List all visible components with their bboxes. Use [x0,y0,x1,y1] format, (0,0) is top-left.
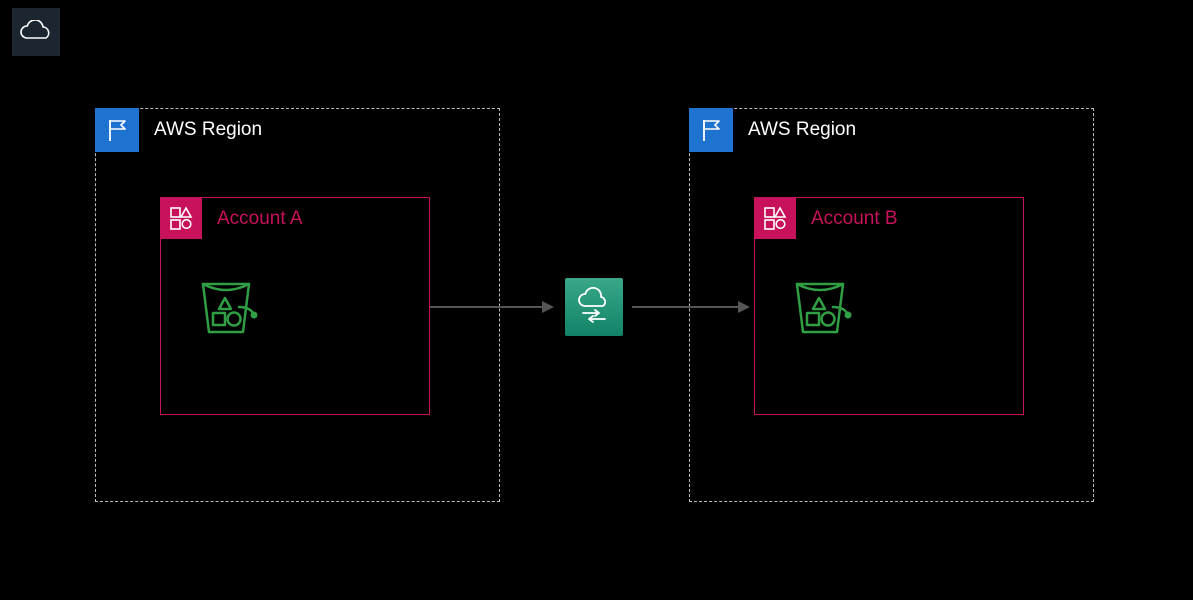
region-flag-icon [95,108,139,152]
s3-bucket-icon [191,270,263,347]
account-box-a: Account A [160,197,430,415]
arrow-left-head [542,301,554,313]
aws-cloud-icon [12,8,60,56]
account-shapes-icon [754,197,796,239]
account-label: Account B [811,208,898,230]
region-label: AWS Region [154,119,262,141]
s3-bucket-icon [785,270,857,347]
account-shapes-icon [160,197,202,239]
datasync-icon [565,278,623,336]
region-label: AWS Region [748,119,856,141]
arrow-left [430,306,542,308]
region-box-left: AWS Region Account A [95,108,500,502]
account-label: Account A [217,208,303,230]
account-box-b: Account B [754,197,1024,415]
arrow-right [632,306,738,308]
arrow-right-head [738,301,750,313]
region-flag-icon [689,108,733,152]
